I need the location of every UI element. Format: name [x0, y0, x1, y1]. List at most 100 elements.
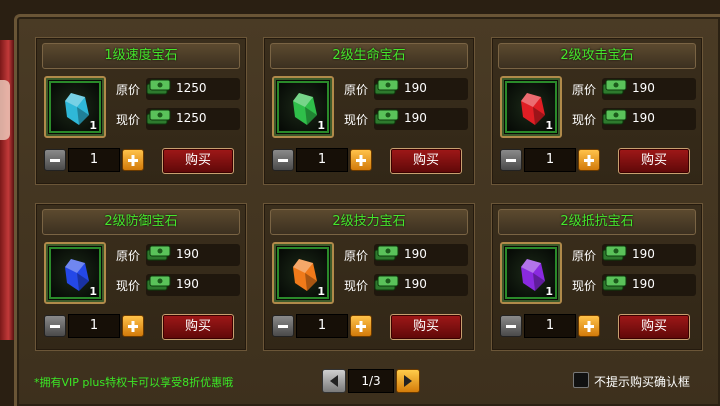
minus-icon — [278, 159, 288, 162]
original-price-row: 原价 190 — [568, 244, 698, 266]
original-price-label: 原价 — [572, 249, 597, 263]
gem-card: 2级防御宝石 1 原价 190 现价 190 1 购买 — [35, 203, 247, 351]
gem-slot[interactable]: 1 — [500, 242, 562, 304]
original-price-value: 190 — [632, 81, 655, 95]
gem-card: 2级生命宝石 1 原价 190 现价 190 1 购买 — [263, 37, 475, 185]
gem-slot[interactable]: 1 — [272, 242, 334, 304]
gem-card: 2级攻击宝石 1 原价 190 现价 190 1 购买 — [491, 37, 703, 185]
current-price-label: 现价 — [572, 279, 597, 293]
gem-title: 2级技力宝石 — [270, 209, 468, 235]
current-price-label: 现价 — [116, 279, 141, 293]
gem-card: 1级速度宝石 1 原价 1250 现价 1250 1 购买 — [35, 37, 247, 185]
quantity-row: 1 购买 — [272, 314, 468, 340]
current-price-value: 190 — [632, 111, 655, 125]
gem-slot-frame: 1 — [49, 81, 101, 133]
plus-icon — [128, 155, 138, 166]
gem-slot[interactable]: 1 — [272, 76, 334, 138]
gem-slot[interactable]: 1 — [500, 76, 562, 138]
gem-count: 1 — [545, 119, 553, 132]
buy-button[interactable]: 购买 — [390, 314, 462, 340]
gem-slot-frame: 1 — [277, 81, 329, 133]
original-price-row: 原价 1250 — [112, 78, 242, 100]
current-price-label: 现价 — [572, 113, 597, 127]
quantity-input[interactable]: 1 — [296, 148, 348, 172]
gem-count: 1 — [89, 119, 97, 132]
money-icon — [602, 275, 627, 291]
increase-quantity-button[interactable] — [122, 149, 144, 171]
current-price-row: 现价 190 — [340, 274, 470, 296]
buy-button[interactable]: 购买 — [162, 314, 234, 340]
no-confirm-checkbox[interactable] — [573, 372, 589, 388]
gem-title: 2级攻击宝石 — [498, 43, 696, 69]
increase-quantity-button[interactable] — [578, 315, 600, 337]
buy-button[interactable]: 购买 — [618, 148, 690, 174]
current-price-value: 190 — [404, 111, 427, 125]
increase-quantity-button[interactable] — [350, 149, 372, 171]
money-icon — [146, 275, 171, 291]
increase-quantity-button[interactable] — [122, 315, 144, 337]
plus-icon — [356, 321, 366, 332]
quantity-input[interactable]: 1 — [68, 148, 120, 172]
quantity-input[interactable]: 1 — [524, 148, 576, 172]
money-icon — [602, 79, 627, 95]
decrease-quantity-button[interactable] — [272, 149, 294, 171]
money-icon — [146, 109, 171, 125]
current-price-value: 190 — [176, 277, 199, 291]
original-price-label: 原价 — [116, 249, 141, 263]
buy-button[interactable]: 购买 — [618, 314, 690, 340]
gem-title: 1级速度宝石 — [42, 43, 240, 69]
decrease-quantity-button[interactable] — [500, 315, 522, 337]
arrow-right-icon — [404, 375, 412, 387]
original-price-value: 1250 — [176, 81, 207, 95]
current-price-row: 现价 190 — [340, 108, 470, 130]
decrease-quantity-button[interactable] — [272, 315, 294, 337]
money-icon — [602, 109, 627, 125]
quantity-row: 1 购买 — [44, 148, 240, 174]
gem-count: 1 — [545, 285, 553, 298]
decrease-quantity-button[interactable] — [44, 149, 66, 171]
buy-button[interactable]: 购买 — [162, 148, 234, 174]
money-icon — [146, 245, 171, 261]
minus-icon — [278, 325, 288, 328]
current-price-row: 现价 190 — [112, 274, 242, 296]
pagination: 1/3 — [322, 369, 420, 393]
no-confirm-label: 不提示购买确认框 — [594, 375, 691, 389]
money-icon — [374, 109, 399, 125]
quantity-input[interactable]: 1 — [296, 314, 348, 338]
quantity-row: 1 购买 — [500, 314, 696, 340]
original-price-row: 原价 190 — [340, 78, 470, 100]
money-icon — [374, 79, 399, 95]
gem-title: 2级抵抗宝石 — [498, 209, 696, 235]
current-price-value: 1250 — [176, 111, 207, 125]
buy-button[interactable]: 购买 — [390, 148, 462, 174]
plus-icon — [584, 321, 594, 332]
plus-icon — [128, 321, 138, 332]
money-icon — [146, 79, 171, 95]
quantity-row: 1 购买 — [500, 148, 696, 174]
gem-slot[interactable]: 1 — [44, 76, 106, 138]
page-indicator: 1/3 — [348, 369, 394, 393]
quantity-row: 1 购买 — [44, 314, 240, 340]
next-page-button[interactable] — [396, 369, 420, 393]
gem-slot[interactable]: 1 — [44, 242, 106, 304]
original-price-value: 190 — [176, 247, 199, 261]
minus-icon — [50, 159, 60, 162]
increase-quantity-button[interactable] — [578, 149, 600, 171]
decrease-quantity-button[interactable] — [500, 149, 522, 171]
original-price-label: 原价 — [344, 249, 369, 263]
increase-quantity-button[interactable] — [350, 315, 372, 337]
quantity-input[interactable]: 1 — [524, 314, 576, 338]
original-price-value: 190 — [404, 247, 427, 261]
minus-icon — [506, 325, 516, 328]
current-price-label: 现价 — [344, 279, 369, 293]
gem-count: 1 — [317, 119, 325, 132]
decrease-quantity-button[interactable] — [44, 315, 66, 337]
current-price-row: 现价 190 — [568, 108, 698, 130]
prev-page-button[interactable] — [322, 369, 346, 393]
quantity-row: 1 购买 — [272, 148, 468, 174]
arrow-left-icon — [330, 375, 338, 387]
quantity-input[interactable]: 1 — [68, 314, 120, 338]
original-price-row: 原价 190 — [568, 78, 698, 100]
original-price-row: 原价 190 — [340, 244, 470, 266]
gem-slot-frame: 1 — [505, 81, 557, 133]
